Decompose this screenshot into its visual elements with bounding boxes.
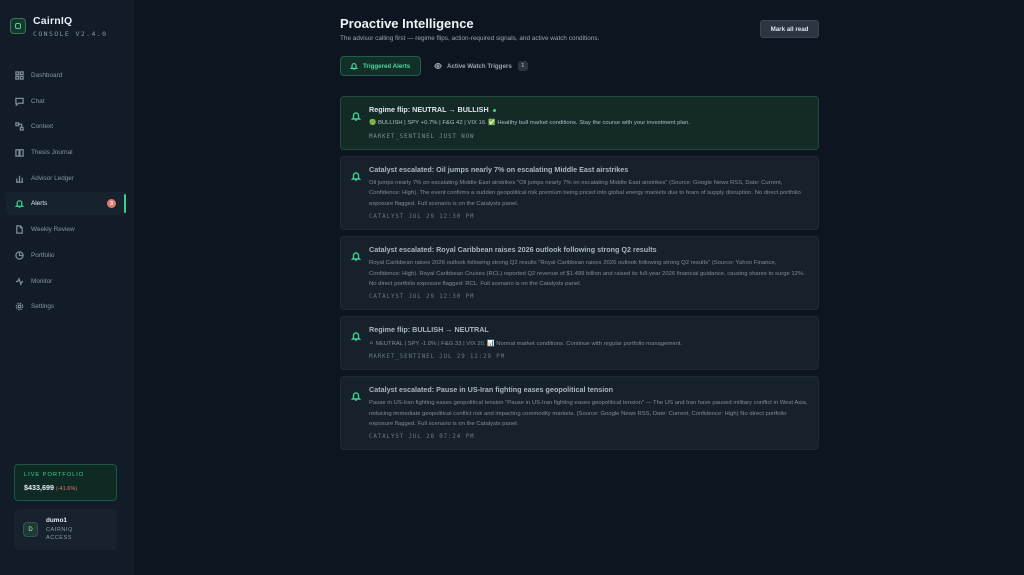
brand-version: CONSOLE V2.4.0 xyxy=(33,30,108,38)
alert-title: Catalyst escalated: Pause in US-Iran fig… xyxy=(369,385,614,395)
sidebar-item-label: Alerts xyxy=(31,200,48,208)
eye-icon xyxy=(434,63,442,69)
tab-label: Active Watch Triggers xyxy=(447,62,512,70)
sidebar-item-label: Dashboard xyxy=(31,72,63,79)
alert-item[interactable]: Regime flip: BULLISH → NEUTRAL ⚪ NEUTRAL… xyxy=(340,316,819,371)
activity-icon xyxy=(15,276,24,286)
alert-meta: MARKET_SENTINEL JUL 29 12:29 PM xyxy=(369,354,506,361)
sidebar-item-weekly-review[interactable]: Weekly Review xyxy=(6,218,126,241)
sidebar-item-portfolio[interactable]: Portfolio xyxy=(6,244,126,267)
alert-body: Pause in US-Iran fighting eases geopolit… xyxy=(369,400,808,428)
sidebar-item-label: Advisor Ledger xyxy=(31,174,74,182)
pie-icon xyxy=(15,251,24,260)
ledger-icon xyxy=(15,175,24,183)
portfolio-change: (-41.6%) xyxy=(55,486,78,492)
logo-icon xyxy=(10,18,26,34)
live-portfolio-value: $433,699 (-41.6%) xyxy=(24,483,107,492)
journal-icon xyxy=(15,149,24,157)
tab-triggered-alerts[interactable]: Triggered Alerts xyxy=(340,56,421,76)
bell-icon xyxy=(350,168,362,181)
sidebar-item-label: Context xyxy=(31,123,54,131)
nodes-icon xyxy=(15,122,24,132)
brand-name: CairnIQ xyxy=(33,15,73,27)
alert-title: Regime flip: BULLISH → NEUTRAL xyxy=(369,325,489,335)
sidebar-item-monitor[interactable]: Monitor xyxy=(6,270,126,293)
mark-all-read-button[interactable]: Mark all read xyxy=(760,20,819,38)
bell-icon xyxy=(350,108,362,121)
user-access-line1: CAIRNIQ xyxy=(46,526,73,533)
alert-item[interactable]: Regime flip: NEUTRAL → BULLISH 🟢 BULLISH… xyxy=(340,96,819,150)
user-card[interactable]: D dumo1 CAIRNIQ ACCESS xyxy=(14,509,117,550)
sidebar-item-label: Chat xyxy=(31,97,45,105)
alert-item[interactable]: Catalyst escalated: Pause in US-Iran fig… xyxy=(340,376,819,451)
sidebar-item-chat[interactable]: Chat xyxy=(6,90,126,113)
sidebar-item-advisor-ledger[interactable]: Advisor Ledger xyxy=(6,167,126,190)
sidebar-item-thesis-journal[interactable]: Thesis Journal xyxy=(6,141,126,164)
bell-icon xyxy=(350,328,362,342)
alert-item[interactable]: Catalyst escalated: Oil jumps nearly 7% … xyxy=(340,155,819,231)
live-portfolio-label: LIVE PORTFOLIO xyxy=(24,472,85,478)
tab-label: Triggered Alerts xyxy=(363,62,411,70)
unread-dot xyxy=(492,108,496,112)
alert-meta: MARKET_SENTINEL JUST NOW xyxy=(369,133,475,140)
sidebar-item-label: Thesis Journal xyxy=(31,149,73,157)
alert-meta: CATALYST JUL 28 07:24 PM xyxy=(369,434,475,441)
portfolio-value: $433,699 xyxy=(24,483,54,492)
alert-item[interactable]: Catalyst escalated: Royal Caribbean rais… xyxy=(340,236,819,311)
sidebar-nav: Dashboard Chat Context Thesis Journal Ad… xyxy=(6,64,126,321)
alert-meta: CATALYST JUL 29 12:30 PM xyxy=(369,294,475,301)
sidebar-item-label: Portfolio xyxy=(31,251,55,259)
alert-body: 🟢 BULLISH | SPY +0.7% | F&G 42 | VIX 16.… xyxy=(369,120,690,127)
bell-icon xyxy=(350,388,362,401)
bell-icon xyxy=(15,200,24,209)
grid-icon xyxy=(15,71,24,80)
user-access-line2: ACCESS xyxy=(46,535,73,541)
sidebar-item-context[interactable]: Context xyxy=(6,115,126,138)
alert-body: Oil jumps nearly 7% on escalating Middle… xyxy=(369,180,801,207)
alert-title: Catalyst escalated: Royal Caribbean rais… xyxy=(369,245,657,255)
alert-title-text: Regime flip: NEUTRAL → BULLISH xyxy=(369,105,489,114)
page-title: Proactive Intelligence xyxy=(340,16,474,31)
sidebar-item-label: Weekly Review xyxy=(31,226,75,234)
sidebar-item-label: Monitor xyxy=(31,277,53,285)
live-portfolio-card[interactable]: LIVE PORTFOLIO $433,699 (-41.6%) xyxy=(14,464,117,501)
tab-active-watch-triggers[interactable]: Active Watch Triggers 1 xyxy=(426,56,534,76)
avatar: D xyxy=(23,522,38,537)
sidebar-item-settings[interactable]: Settings xyxy=(6,295,126,318)
document-icon xyxy=(16,225,23,234)
alerts-count-badge: 3 xyxy=(107,199,116,209)
page-subtitle: The advisor calling first — regime flips… xyxy=(340,35,600,42)
alert-body: ⚪ NEUTRAL | SPY -1.0% | F&G 33 | VIX 20.… xyxy=(369,340,683,347)
alert-body: Royal Caribbean raises 2026 outlook foll… xyxy=(369,260,805,288)
alert-meta: CATALYST JUL 29 12:30 PM xyxy=(369,214,475,221)
brand[interactable]: CairnIQ CONSOLE V2.4.0 xyxy=(10,15,107,38)
sidebar-item-alerts[interactable]: Alerts 3 xyxy=(6,192,126,216)
gear-icon xyxy=(15,302,24,311)
user-access: CAIRNIQ ACCESS xyxy=(46,526,73,543)
alert-title: Catalyst escalated: Oil jumps nearly 7% … xyxy=(369,164,629,174)
sidebar-item-label: Settings xyxy=(31,303,55,311)
alert-title: Regime flip: NEUTRAL → BULLISH xyxy=(369,105,808,114)
chat-icon xyxy=(15,97,24,106)
user-name: dumo1 xyxy=(46,516,67,524)
bell-icon xyxy=(350,63,358,70)
alerts-list: Regime flip: NEUTRAL → BULLISH 🟢 BULLISH… xyxy=(340,96,819,456)
sidebar-item-dashboard[interactable]: Dashboard xyxy=(6,64,126,87)
bell-icon xyxy=(350,248,362,261)
sidebar: CairnIQ CONSOLE V2.4.0 Dashboard Chat Co… xyxy=(0,0,134,575)
watch-count-badge: 1 xyxy=(517,61,528,71)
